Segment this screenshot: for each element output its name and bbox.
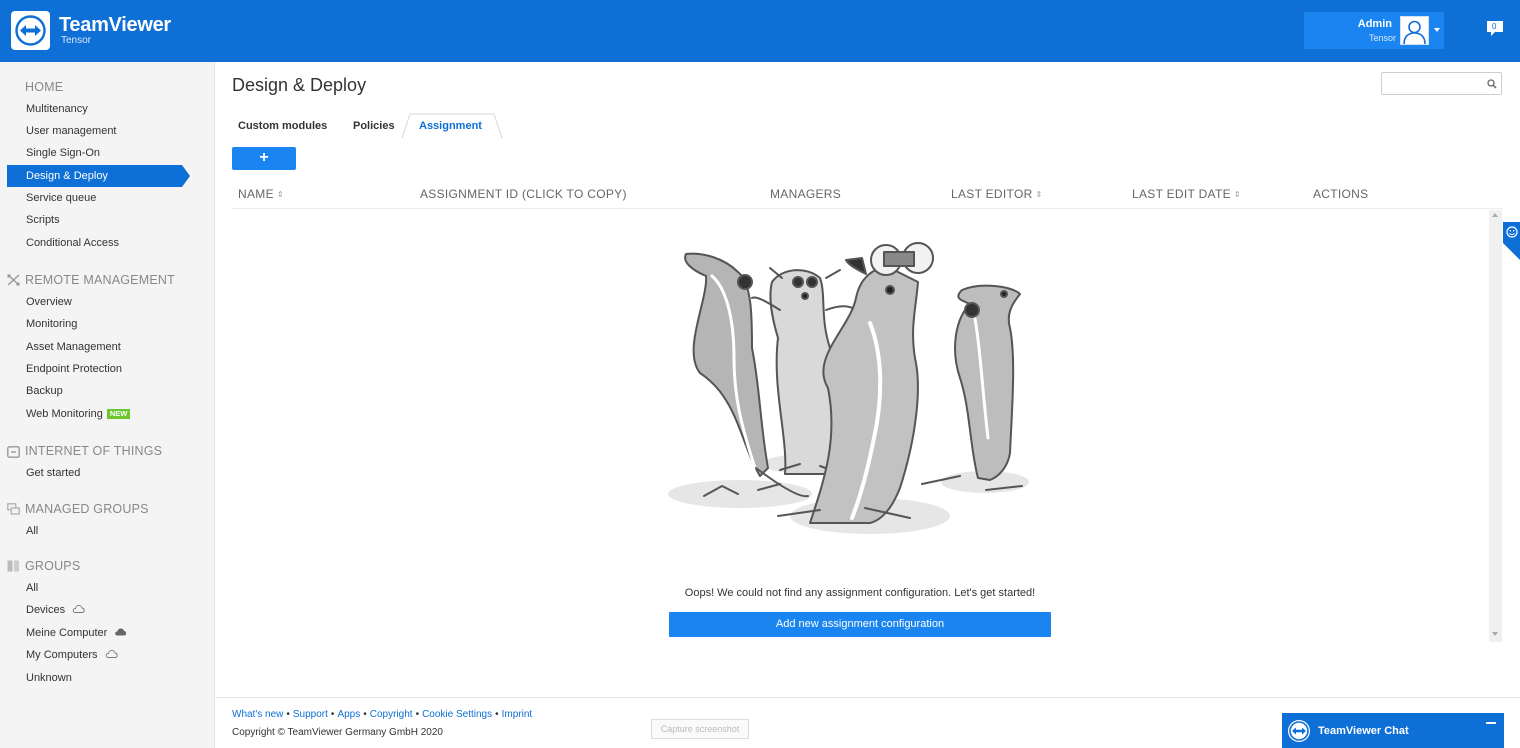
teamviewer-logo-icon[interactable] <box>11 11 50 50</box>
managed-groups-icon <box>7 503 20 515</box>
sidebar-item-web-monitoring[interactable]: Web Monitoring NEW <box>26 408 131 420</box>
sidebar-item-scripts[interactable]: Scripts <box>26 214 60 226</box>
sidebar-section-internet-of-things[interactable]: INTERNET OF THINGS <box>25 444 162 458</box>
user-name: Admin <box>1357 18 1392 30</box>
footer-link-support[interactable]: Support <box>293 709 328 720</box>
sidebar-item-design-deploy[interactable]: Design & Deploy <box>7 165 190 187</box>
sort-icon: ⇕ <box>276 190 284 199</box>
remote-management-icon <box>7 274 20 286</box>
search-icon[interactable] <box>1487 79 1497 89</box>
groups-icon <box>7 560 19 572</box>
brand-name: TeamViewer <box>59 14 171 36</box>
column-header-assignment-id: ASSIGNMENT ID (CLICK TO COPY) <box>420 187 627 201</box>
new-badge: NEW <box>106 409 131 419</box>
add-button[interactable]: + <box>232 147 296 170</box>
cloud-outline-icon <box>72 605 85 613</box>
sidebar-item-label: My Computers <box>26 649 98 661</box>
empty-state-message: Oops! We could not find any assignment c… <box>684 587 1036 599</box>
scrollbar[interactable] <box>1489 210 1502 642</box>
cloud-filled-icon <box>115 628 127 636</box>
chevron-down-icon <box>1434 28 1440 32</box>
sidebar-item-conditional-access[interactable]: Conditional Access <box>26 237 119 249</box>
sidebar-item-my-computers[interactable]: My Computers <box>26 649 118 661</box>
sort-icon: ⇕ <box>1233 190 1241 199</box>
teamviewer-logo-icon <box>1288 720 1310 742</box>
sidebar-item-monitoring[interactable]: Monitoring <box>26 318 77 330</box>
tab-custom-modules[interactable]: Custom modules <box>238 120 327 132</box>
sidebar-section-managed-groups[interactable]: MANAGED GROUPS <box>25 502 149 516</box>
footer-link-whats-new[interactable]: What's new <box>232 709 283 720</box>
meerkats-illustration <box>668 242 1029 534</box>
sidebar-item-label: Meine Computer <box>26 627 108 639</box>
iot-icon <box>7 446 20 458</box>
sidebar-item-unknown[interactable]: Unknown <box>26 672 72 684</box>
sidebar-item-label: Web Monitoring <box>26 408 103 420</box>
sidebar-item-service-queue[interactable]: Service queue <box>26 192 96 204</box>
column-header-last-editor[interactable]: LAST EDITOR ⇕ <box>951 187 1043 201</box>
page-title: Design & Deploy <box>232 75 367 95</box>
sidebar-section-groups[interactable]: GROUPS <box>25 559 80 573</box>
footer-link-apps[interactable]: Apps <box>337 709 360 720</box>
sidebar-section-remote-management[interactable]: REMOTE MANAGEMENT <box>25 273 175 287</box>
avatar <box>1400 16 1429 45</box>
sidebar-item-multitenancy[interactable]: Multitenancy <box>26 103 88 115</box>
sidebar-item-label: Devices <box>26 604 66 616</box>
table-header-divider <box>232 208 1502 209</box>
sidebar-item-meine-computer[interactable]: Meine Computer <box>26 627 127 639</box>
footer-link-copyright[interactable]: Copyright <box>370 709 413 720</box>
column-header-actions: ACTIONS <box>1313 187 1369 201</box>
user-organization: Tensor <box>1368 33 1396 43</box>
sidebar-item-devices[interactable]: Devices <box>26 604 85 616</box>
brand-subtitle: Tensor <box>61 35 92 46</box>
column-header-managers: MANAGERS <box>770 187 842 201</box>
sidebar-item-user-management[interactable]: User management <box>26 125 117 137</box>
sidebar-item-single-sign-on[interactable]: Single Sign-On <box>26 147 100 159</box>
chat-title: TeamViewer Chat <box>1318 725 1409 737</box>
cloud-outline-icon <box>105 650 118 658</box>
sidebar-item-backup[interactable]: Backup <box>26 385 63 397</box>
notification-count: 0 <box>1492 22 1497 31</box>
user-menu[interactable]: Admin Tensor <box>1304 12 1444 49</box>
capture-screenshot-button[interactable]: Capture screenshot <box>651 719 749 739</box>
footer-link-imprint[interactable]: Imprint <box>502 709 533 720</box>
footer-link-cookie-settings[interactable]: Cookie Settings <box>422 709 492 720</box>
top-bar: TeamViewer Tensor Admin Tensor 0 <box>0 0 1520 62</box>
copyright-text: Copyright © TeamViewer Germany GmbH 2020 <box>232 727 443 738</box>
search-box[interactable] <box>1381 72 1502 95</box>
scroll-up-icon[interactable] <box>1492 213 1498 217</box>
sidebar-section-home[interactable]: HOME <box>25 80 63 94</box>
user-avatar-icon <box>1403 20 1426 44</box>
search-input[interactable] <box>1386 76 1482 91</box>
minimize-icon[interactable] <box>1486 722 1496 724</box>
scroll-down-icon[interactable] <box>1492 632 1498 636</box>
add-assignment-configuration-button[interactable]: Add new assignment configuration <box>669 612 1051 637</box>
sidebar-item-endpoint-protection[interactable]: Endpoint Protection <box>26 363 122 375</box>
sort-icon: ⇕ <box>1035 190 1043 199</box>
sidebar: HOME Multitenancy User management Single… <box>0 62 215 748</box>
feedback-icon[interactable] <box>1503 222 1520 260</box>
sidebar-item-managed-all[interactable]: All <box>26 525 38 537</box>
footer-divider <box>216 697 1520 698</box>
footer-links: What's new • Support • Apps • Copyright • Cookie… <box>232 709 533 720</box>
sidebar-item-groups-all[interactable]: All <box>26 582 38 594</box>
sidebar-item-get-started[interactable]: Get started <box>26 467 80 479</box>
tab-label: Assignment <box>419 120 482 132</box>
tab-policies[interactable]: Policies <box>353 120 395 132</box>
sidebar-item-label: Design & Deploy <box>26 170 108 182</box>
column-header-name[interactable]: NAME ⇕ <box>238 187 284 201</box>
tab-assignment[interactable]: Assignment <box>402 113 503 139</box>
sidebar-item-overview[interactable]: Overview <box>26 296 72 308</box>
notifications-icon[interactable]: 0 <box>1486 20 1504 37</box>
sidebar-item-asset-management[interactable]: Asset Management <box>26 341 121 353</box>
teamviewer-chat-bar[interactable]: TeamViewer Chat <box>1282 713 1504 748</box>
column-header-last-edit-date[interactable]: LAST EDIT DATE ⇕ <box>1132 187 1241 201</box>
